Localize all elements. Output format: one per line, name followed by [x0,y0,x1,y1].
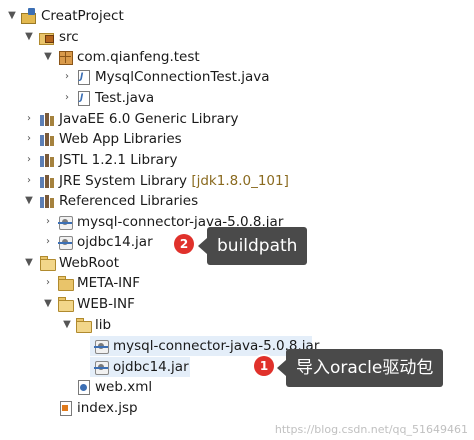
tree-row-project[interactable]: ▼ CreatProject [0,6,474,26]
tree-row-library[interactable]: › Web App Libraries [0,129,474,149]
expand-icon[interactable]: › [62,88,72,108]
tree-row-folder[interactable]: ▼ WEB-INF [0,294,474,314]
collapse-icon[interactable]: ▼ [62,315,72,335]
tree-label: src [59,29,79,45]
tree-row-jar[interactable]: › ojdbc14.jar [0,232,170,252]
tree-row-file[interactable]: › J Test.java [0,88,474,108]
tree-row-referenced-libraries[interactable]: ▼ Referenced Libraries [0,191,474,211]
tree-label: MysqlConnectionTest.java [95,69,270,85]
watermark: https://blog.csdn.net/qq_51649461 [274,423,468,436]
jar-file-icon [94,339,109,354]
collapse-icon[interactable]: ▼ [24,27,34,47]
tree-label: ojdbc14.jar [113,359,189,375]
collapse-icon[interactable]: ▼ [43,294,53,314]
expand-icon[interactable]: › [24,109,34,129]
tree-row-library[interactable]: › JSTL 1.2.1 Library [0,150,474,170]
library-icon [40,132,55,146]
jar-file-icon [94,360,109,375]
expand-icon[interactable]: › [24,129,34,149]
tree-row-jar-selected[interactable]: ojdbc14.jar [90,357,190,377]
package-icon [58,50,73,65]
folder-icon [40,256,56,271]
tree-row-library[interactable]: › JRE System Library [jdk1.8.0_101] [0,171,474,191]
buildpath-callout: buildpath [197,227,308,265]
tree-row-library[interactable]: › JavaEE 6.0 Generic Library [0,109,474,129]
tree-label: JavaEE 6.0 Generic Library [59,111,239,127]
tree-row-folder[interactable]: › META-INF [0,273,474,293]
folder-icon [76,318,92,333]
java-file-icon: J [76,70,91,85]
java-file-icon: J [76,91,91,106]
tree-label: Referenced Libraries [59,193,199,209]
xml-file-icon [76,380,91,395]
folder-icon [58,276,74,291]
tree-label: index.jsp [77,400,138,416]
tree-row-jar-selected[interactable]: mysql-connector-java-5.0.8.jar [90,336,319,356]
jsp-file-icon [58,401,73,416]
tree-label: Test.java [95,90,155,106]
expand-icon[interactable]: › [24,150,34,170]
folder-icon [58,297,74,312]
library-icon [40,194,55,208]
library-icon [40,112,55,126]
collapse-icon[interactable]: ▼ [24,253,34,273]
tree-label: lib [95,317,112,333]
expand-icon[interactable]: › [43,273,53,293]
step-2-badge: 2 [174,234,194,254]
tree-label: Web App Libraries [59,131,182,147]
source-folder-icon [39,30,54,45]
tree-label: WebRoot [59,255,120,271]
library-icon [40,174,55,188]
tree-label: JRE System Library [59,173,188,189]
tree-row-src[interactable]: ▼ src [0,27,474,47]
tree-label: ojdbc14.jar [77,234,153,250]
collapse-icon[interactable]: ▼ [24,191,34,211]
tree-label: WEB-INF [77,296,135,312]
collapse-icon[interactable]: ▼ [7,6,17,26]
tree-label: com.qianfeng.test [77,49,200,65]
expand-icon[interactable]: › [43,232,53,252]
jdk-version-decoration: [jdk1.8.0_101] [191,173,289,189]
tree-row-file[interactable]: › J MysqlConnectionTest.java [0,67,474,87]
tree-label: META-INF [77,275,141,291]
expand-icon[interactable]: › [62,67,72,87]
tree-label: CreatProject [41,8,124,24]
import-driver-callout: 导入oracle驱动包 [276,349,444,387]
jar-icon [58,215,73,230]
expand-icon[interactable]: › [43,212,53,232]
collapse-icon[interactable]: ▼ [43,47,53,67]
tree-label-group: JRE System Library [jdk1.8.0_101] [59,171,289,191]
tree-label: JSTL 1.2.1 Library [59,152,178,168]
project-icon [21,8,36,24]
tree-label: web.xml [95,379,153,395]
expand-icon[interactable]: › [24,171,34,191]
jar-icon [58,235,73,250]
library-icon [40,153,55,167]
tree-row-package[interactable]: ▼ com.qianfeng.test [0,47,474,67]
step-1-badge: 1 [254,356,274,376]
tree-row-file[interactable]: index.jsp [0,398,474,418]
tree-row-folder[interactable]: ▼ lib [0,315,474,335]
